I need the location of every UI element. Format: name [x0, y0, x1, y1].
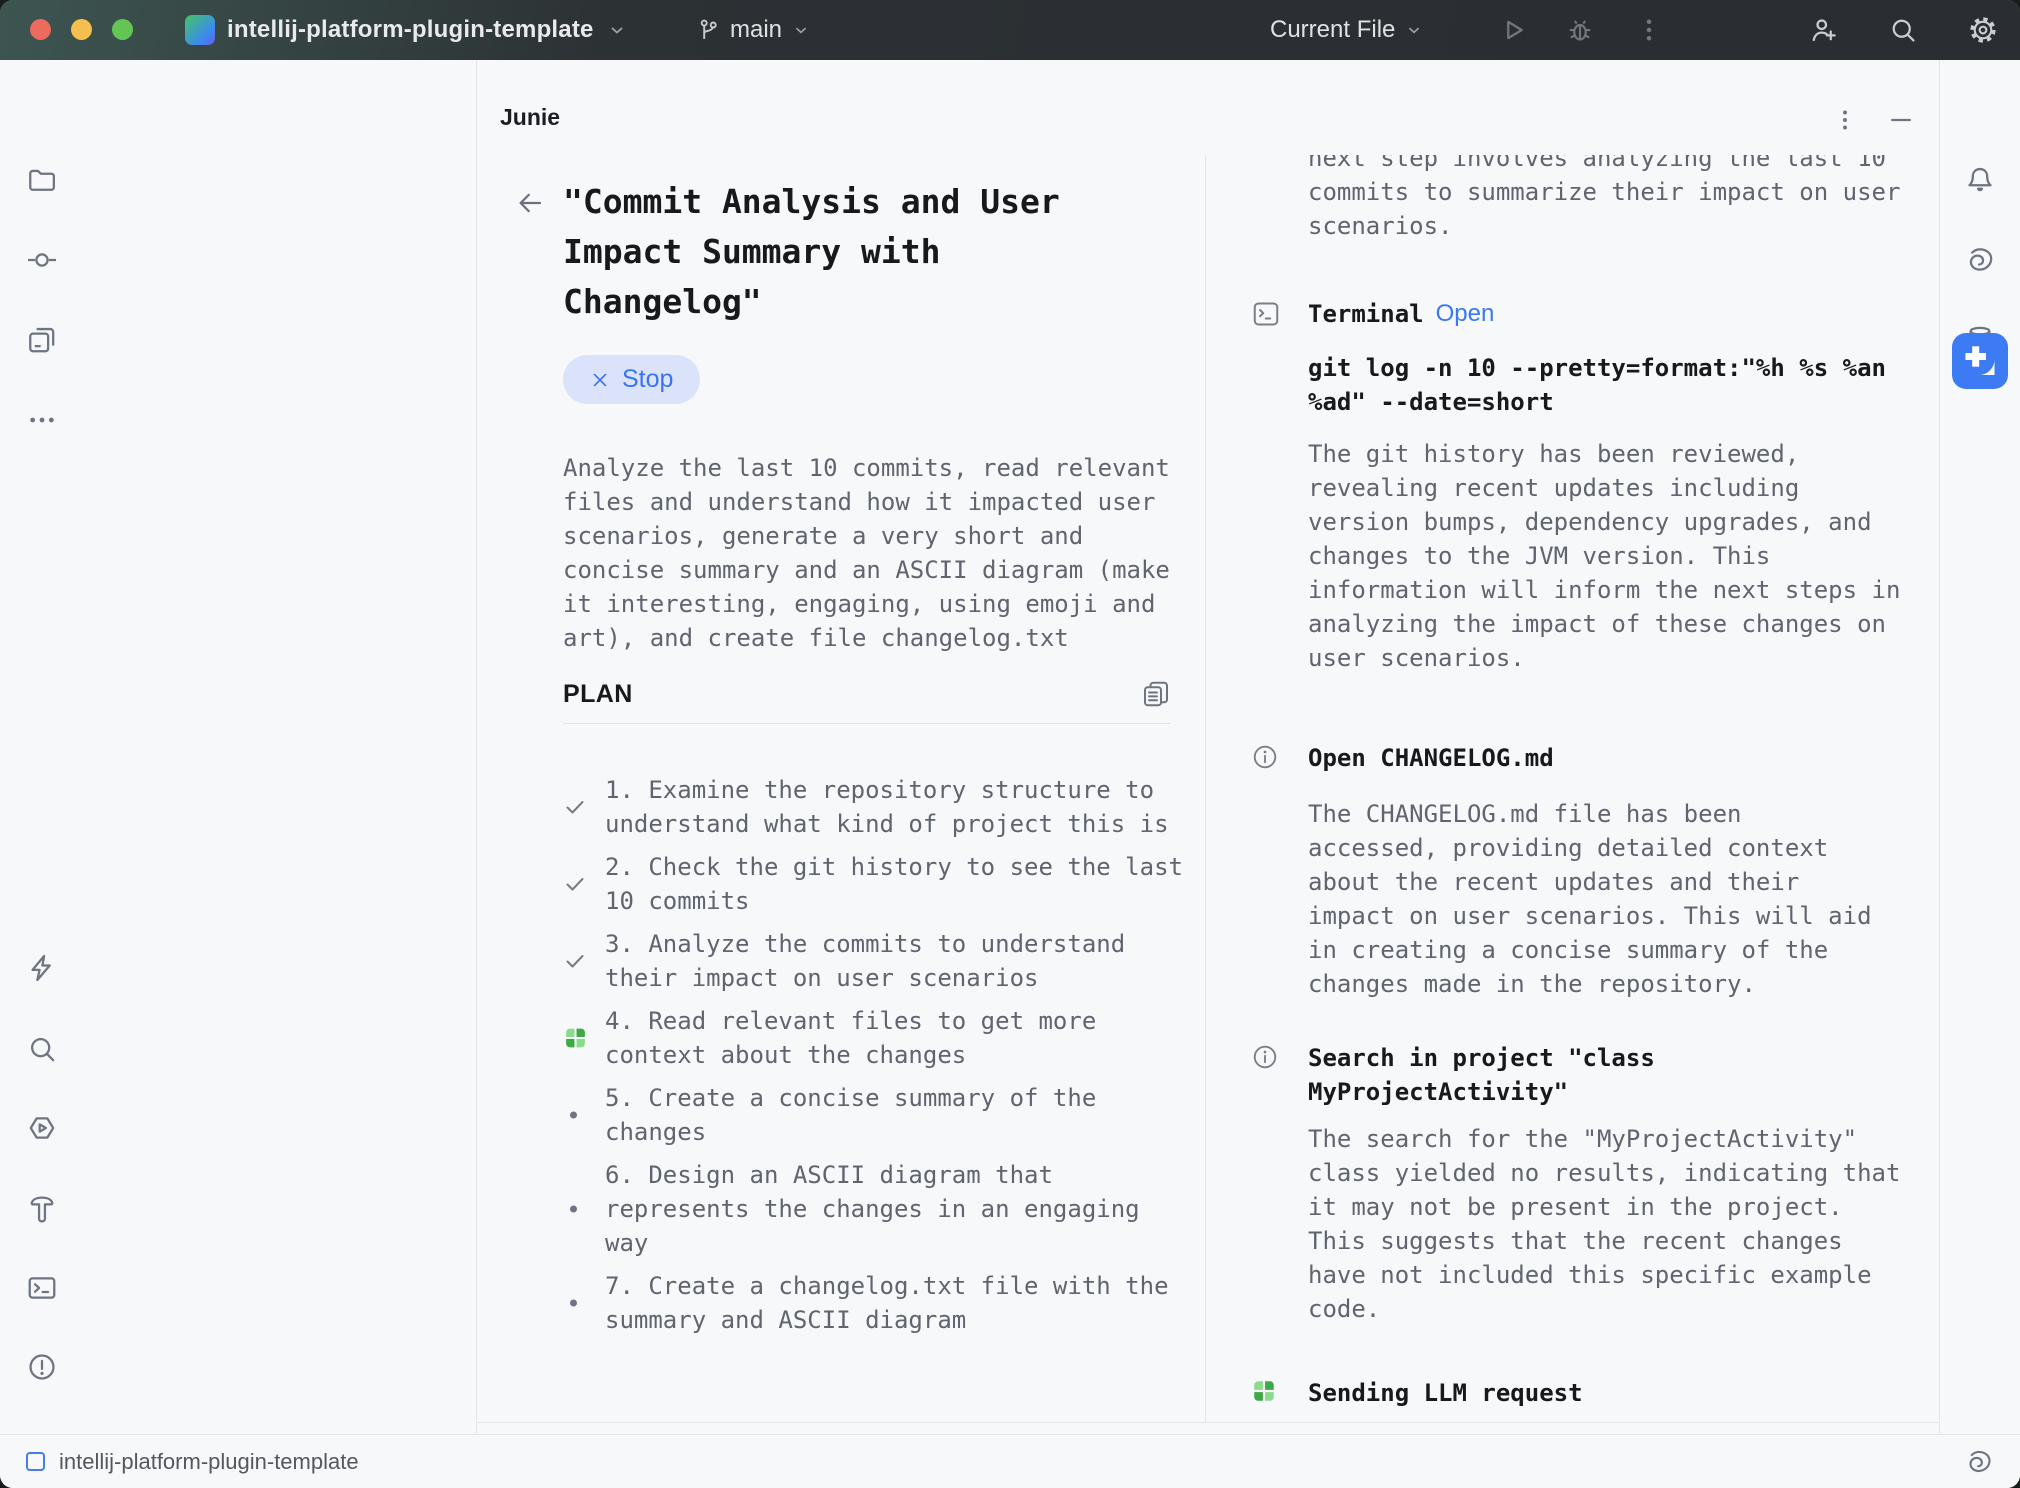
terminal-icon: [1251, 299, 1281, 329]
sending-llm-label: Sending LLM request: [1308, 1376, 1904, 1410]
plan-item: 6. Design an ASCII diagram that represen…: [563, 1158, 1195, 1260]
open-changelog-label: Open CHANGELOG.md: [1308, 741, 1904, 775]
zoom-window-button[interactable]: [112, 19, 133, 40]
plan-item: 2. Check the git history to see the last…: [563, 850, 1195, 918]
debug-bug-icon[interactable]: [1565, 15, 1595, 45]
search-project-result: The search for the "MyProjectActivity" c…: [1308, 1122, 1904, 1326]
traffic-lights: [30, 19, 133, 40]
find-icon[interactable]: [26, 1033, 58, 1065]
task-prompt: Analyze the last 10 commits, read releva…: [563, 451, 1171, 655]
chevron-down-icon: [791, 20, 811, 40]
run-configuration-name: Current File: [1270, 16, 1395, 44]
terminal-step: Terminal Open git log -n 10 --pretty=for…: [1308, 297, 1904, 675]
status-project-name: intellij-platform-plugin-template: [59, 1449, 359, 1475]
junie-bottom-divider: [477, 1422, 1940, 1423]
plan-item: 1. Examine the repository structure to u…: [563, 773, 1195, 841]
recent-files-icon[interactable]: [26, 324, 58, 356]
terminal-command: git log -n 10 --pretty=format:"%h %s %an…: [1308, 351, 1904, 419]
panel-options-kebab-icon[interactable]: [1831, 106, 1859, 134]
bullet-icon: [570, 1300, 577, 1307]
run-play-icon[interactable]: [1498, 15, 1528, 45]
plan-item: 3. Analyze the commits to understand the…: [563, 927, 1195, 995]
run-configuration-selector[interactable]: Current File: [1270, 0, 1424, 60]
search-icon[interactable]: [1888, 15, 1918, 45]
services-icon[interactable]: [26, 1112, 58, 1144]
sending-llm-step: Sending LLM request: [1308, 1376, 1904, 1410]
plan-item: 5. Create a concise summary of the chang…: [563, 1081, 1195, 1149]
close-window-button[interactable]: [30, 19, 51, 40]
junie-logo-icon[interactable]: [1952, 333, 2008, 389]
branch-widget[interactable]: main: [695, 0, 811, 60]
add-user-icon[interactable]: [1808, 15, 1838, 45]
junie-panel: Junie "Commit Analysis and User Impact S…: [477, 60, 1940, 1434]
info-icon: [1251, 1043, 1281, 1073]
settings-gear-icon[interactable]: [1968, 15, 1998, 45]
search-project-step: Search in project "class MyProjectActivi…: [1308, 1041, 1904, 1326]
check-icon: [563, 949, 587, 973]
copy-plan-icon[interactable]: [1141, 679, 1171, 709]
terminal-open-link[interactable]: Open: [1436, 300, 1495, 328]
terminal-step-label: Terminal: [1308, 297, 1424, 331]
right-toolwindow-bar: [1939, 60, 2020, 1434]
status-bar: intellij-platform-plugin-template: [0, 1434, 2020, 1488]
status-project-widget[interactable]: intellij-platform-plugin-template: [26, 1449, 359, 1475]
stop-button-label: Stop: [622, 365, 673, 394]
ai-assistant-swirl-icon[interactable]: [1964, 1447, 1994, 1477]
chevron-down-icon: [606, 19, 628, 41]
junie-panel-title: Junie: [500, 104, 560, 131]
problems-icon[interactable]: [26, 1351, 58, 1383]
project-icon: [185, 15, 215, 45]
junie-panel-header: Junie: [477, 60, 1940, 155]
in-progress-spinner-icon: [1251, 1378, 1277, 1404]
commit-icon[interactable]: [26, 244, 58, 276]
task-title: "Commit Analysis and User Impact Summary…: [563, 177, 1171, 327]
more-kebab-icon[interactable]: [1634, 15, 1664, 45]
in-progress-spinner-icon: [563, 1026, 588, 1051]
project-frame-icon: [26, 1452, 45, 1471]
folder-icon[interactable]: [26, 164, 58, 196]
project-panel: [84, 60, 477, 1434]
check-icon: [563, 872, 587, 896]
build-hammer-icon[interactable]: [26, 1192, 58, 1224]
minimize-window-button[interactable]: [71, 19, 92, 40]
left-toolwindow-bar: [0, 60, 85, 1434]
titlebar: intellij-platform-plugin-template main C…: [0, 0, 2020, 60]
open-changelog-result: The CHANGELOG.md file has been accessed,…: [1308, 797, 1904, 1001]
panel-minimize-icon[interactable]: [1887, 106, 1915, 134]
plan-item: 4. Read relevant files to get more conte…: [563, 1004, 1195, 1072]
ai-assistant-swirl-icon[interactable]: [1964, 244, 1996, 276]
branch-name: main: [730, 16, 782, 44]
junie-task-column: "Commit Analysis and User Impact Summary…: [477, 155, 1206, 1422]
project-switcher[interactable]: intellij-platform-plugin-template: [185, 0, 628, 60]
chevron-down-icon: [1404, 20, 1424, 40]
info-icon: [1251, 743, 1281, 773]
junie-log-column: next step involves analyzing the last 10…: [1207, 155, 1940, 1422]
project-name: intellij-platform-plugin-template: [227, 16, 594, 44]
notifications-bell-icon[interactable]: [1964, 164, 1996, 196]
stop-button[interactable]: Stop: [563, 355, 700, 404]
check-icon: [563, 795, 587, 819]
plan-section-title: PLAN: [563, 680, 633, 709]
terminal-result: The git history has been reviewed, revea…: [1308, 437, 1904, 675]
git-branch-icon: [695, 17, 721, 43]
zap-icon[interactable]: [26, 952, 58, 984]
bullet-icon: [570, 1112, 577, 1119]
ide-window: intellij-platform-plugin-template main C…: [0, 0, 2020, 1488]
plan-item: 7. Create a changelog.txt file with the …: [563, 1269, 1195, 1337]
plan-list: 1. Examine the repository structure to u…: [563, 773, 1195, 1337]
bullet-icon: [570, 1206, 577, 1213]
terminal-icon[interactable]: [26, 1272, 58, 1304]
stop-x-icon: [590, 370, 610, 390]
search-project-label: Search in project "class MyProjectActivi…: [1308, 1041, 1904, 1109]
log-intro-text: next step involves analyzing the last 10…: [1308, 155, 1904, 243]
open-changelog-step: Open CHANGELOG.md The CHANGELOG.md file …: [1308, 741, 1904, 1001]
more-ellipsis-icon[interactable]: [26, 404, 58, 436]
plan-divider: [563, 723, 1171, 724]
